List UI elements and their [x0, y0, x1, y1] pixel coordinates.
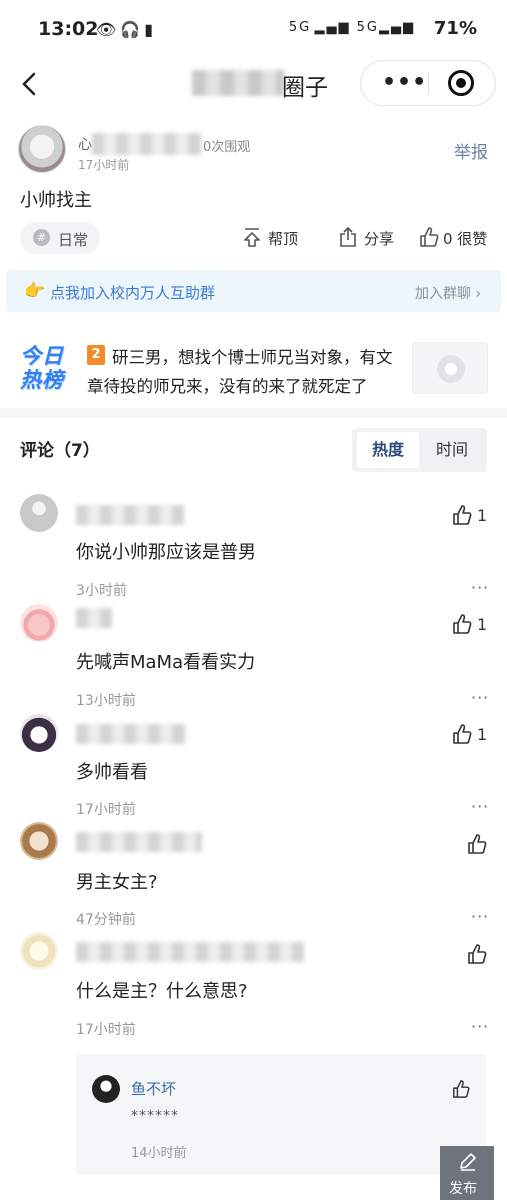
boost-button[interactable]: 帮顶: [268, 228, 298, 249]
comment-more-icon[interactable]: ···: [471, 688, 489, 707]
share-icon[interactable]: [338, 226, 358, 248]
commenter-name-blurred: [76, 505, 184, 525]
author-name[interactable]: 心: [78, 134, 92, 154]
comment-text: 多帅看看: [76, 762, 148, 783]
view-count: 0次围观: [203, 140, 251, 155]
sort-time-tab[interactable]: 时间: [424, 432, 480, 468]
comment-text: 男主女主?: [76, 872, 158, 893]
commenter-name-blurred: [76, 608, 112, 628]
comment-more-icon[interactable]: ···: [471, 907, 489, 926]
post-title: 小帅找主: [20, 190, 92, 211]
like-count: 1: [477, 506, 488, 525]
title-blurred: [192, 70, 284, 96]
like-icon[interactable]: [452, 505, 472, 525]
hot-logo-line2: 热榜: [20, 368, 64, 392]
comment-more-icon[interactable]: ···: [471, 797, 489, 816]
like-icon[interactable]: [419, 226, 439, 248]
like-icon[interactable]: [467, 834, 487, 854]
reply-avatar[interactable]: [92, 1075, 120, 1103]
reply-author[interactable]: 鱼不坏: [131, 1078, 176, 1099]
status-icons: 👁🎧▮: [96, 20, 158, 39]
like-count: 1: [477, 725, 488, 744]
commenter-avatar[interactable]: [20, 822, 58, 860]
comment-text: 先喊声MaMa看看实力: [76, 652, 256, 673]
hash-icon: #: [33, 229, 50, 246]
pencil-icon[interactable]: [458, 1151, 478, 1171]
commenter-avatar[interactable]: [20, 494, 58, 532]
tag-label: 日常: [58, 231, 89, 249]
commenter-avatar[interactable]: [20, 604, 58, 642]
comment-text: 什么是主？什么意思?: [76, 981, 248, 1002]
comment-time: 3小时前: [76, 583, 127, 599]
close-miniprogram-icon[interactable]: [448, 70, 474, 96]
share-button[interactable]: 分享: [364, 228, 394, 249]
reply-text: ******: [131, 1108, 179, 1124]
comment-more-icon[interactable]: ···: [471, 1017, 489, 1036]
like-icon[interactable]: [467, 944, 487, 964]
join-group-link[interactable]: 加入群聊 ›: [415, 283, 481, 303]
hot-logo-line1: 今日: [20, 344, 64, 368]
banner-text[interactable]: 点我加入校内万人互助群: [50, 282, 215, 303]
hot-list-logo: 今日 热榜: [20, 344, 76, 394]
author-name-blurred: [92, 133, 202, 155]
publish-label[interactable]: 发布: [449, 1178, 477, 1198]
page-title: 圈子: [282, 75, 328, 101]
commenter-name-blurred: [76, 724, 186, 744]
like-icon[interactable]: [452, 1080, 470, 1098]
comment-time: 47分钟前: [76, 912, 136, 928]
signal-icon: 5G ▂▄▆ 5G▂▄▆: [288, 20, 415, 35]
comment-time: 17小时前: [76, 802, 136, 818]
hot-rank-badge: 2: [87, 345, 105, 365]
capsule-divider: [428, 72, 429, 94]
commenter-name-blurred: [76, 942, 304, 962]
commenter-avatar[interactable]: [20, 932, 58, 970]
like-count: 1: [477, 615, 488, 634]
section-divider: [0, 408, 507, 418]
comment-more-icon[interactable]: ···: [471, 578, 489, 597]
hot-thumbnail[interactable]: [412, 342, 488, 394]
commenter-avatar[interactable]: [20, 714, 58, 752]
like-icon[interactable]: [452, 614, 472, 634]
status-time: 13:02: [38, 18, 99, 40]
battery-percent: 71%: [433, 18, 477, 39]
more-icon[interactable]: •••: [382, 70, 427, 95]
pointing-hand-icon: 👉: [24, 281, 46, 301]
like-icon[interactable]: [452, 724, 472, 744]
back-icon[interactable]: [16, 70, 44, 98]
author-avatar[interactable]: [18, 125, 66, 173]
comment-time: 17小时前: [76, 1022, 136, 1038]
post-time: 17小时前: [78, 158, 130, 172]
report-button[interactable]: 举报: [454, 138, 488, 163]
comment-text: 你说小帅那应该是普男: [76, 542, 256, 563]
commenter-name-blurred: [76, 832, 202, 852]
reply-time: 14小时前: [131, 1146, 187, 1161]
comment-time: 13小时前: [76, 693, 136, 709]
boost-icon[interactable]: [242, 226, 262, 248]
comments-header: 评论（7）: [20, 441, 100, 461]
sort-hot-tab[interactable]: 热度: [357, 432, 419, 468]
hot-item-text[interactable]: 研三男，想找个博士师兄当对象，有文章待投的师兄来，没有的来了就死定了: [87, 343, 402, 401]
like-button[interactable]: 0 很赞: [443, 228, 487, 249]
